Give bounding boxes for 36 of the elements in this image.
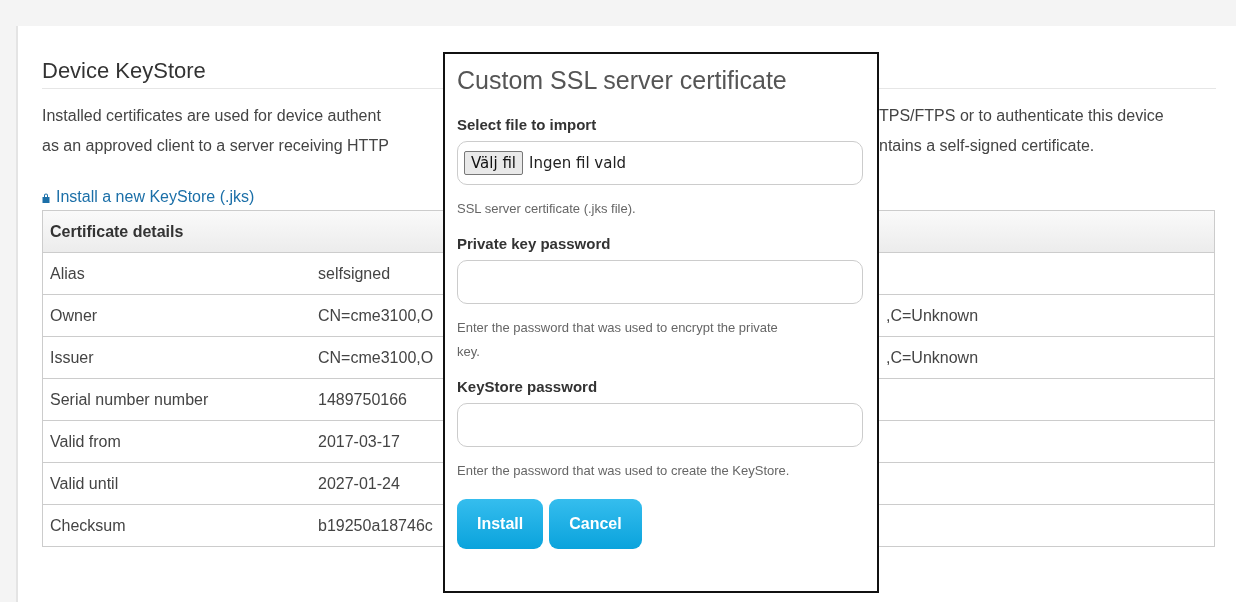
table-cell-text: Alias [49, 264, 86, 283]
table-cell-text: 2017-03-17 [317, 432, 401, 451]
lock-icon [42, 191, 50, 203]
choose-file-button[interactable]: Välj fil [464, 151, 523, 175]
table-cell-text: Owner [49, 306, 99, 325]
table-header: Certificate details [50, 222, 184, 241]
password-field[interactable] [457, 260, 863, 304]
help-text: Enter the password that was used to encrypt the private key. [457, 319, 779, 361]
table-cell-text: CN=cme3100,O [317, 348, 435, 367]
table-cell-text: Valid until [49, 474, 120, 493]
table-cell-text: CN=cme3100,O [317, 306, 435, 325]
table-cell-text: b19250a18746c [317, 516, 434, 535]
table-cell-text: Serial number number [49, 390, 210, 409]
table-cell-text: ,C=Unknown [885, 348, 980, 367]
password-field[interactable] [457, 403, 863, 447]
dialog-title: Custom SSL server certificate [457, 65, 788, 96]
description-text: as an approved client to a server receiving HTTP [42, 136, 389, 156]
table-cell-text: Checksum [49, 516, 127, 535]
table-cell-text: 2027-01-24 [317, 474, 401, 493]
help-text: Enter the password that was used to create the KeyStore. [457, 462, 790, 480]
table-cell-text: ,C=Unknown [885, 306, 980, 325]
table-cell-text: Valid from [49, 432, 122, 451]
table-cell-text: selfsigned [317, 264, 392, 283]
file-input-field[interactable]: Välj fil Ingen fil vald [457, 141, 863, 185]
page-title: Device KeyStore [42, 57, 206, 85]
description-text: Installed certificates are used for device authent [42, 106, 381, 126]
description-text: ntains a self-signed certificate. [879, 136, 1095, 156]
field-label: Select file to import [457, 116, 598, 133]
field-label: Private key password [457, 235, 612, 252]
install-keystore-link[interactable]: Install a new KeyStore (.jks) [56, 188, 255, 206]
table-cell-text: 1489750166 [317, 390, 408, 409]
table-cell-text: Issuer [49, 348, 95, 367]
field-label: KeyStore password [457, 378, 599, 395]
help-text: SSL server certificate (.jks file). [457, 200, 636, 218]
file-status-text: Ingen fil vald [529, 154, 627, 172]
description-text: TPS/FTPS or to authenticate this device [879, 106, 1164, 126]
